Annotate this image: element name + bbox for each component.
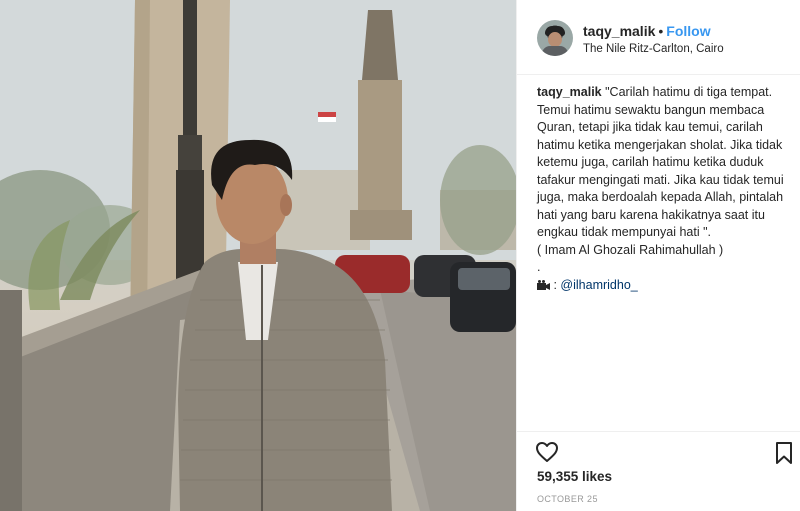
likes-count[interactable]: 59,355 likes [537,469,612,484]
avatar[interactable] [537,20,573,56]
movie-camera-icon [537,279,550,290]
bookmark-icon[interactable] [775,442,793,464]
caption-text: "Carilah hatimu di tiga tempat. Temui ha… [537,85,784,274]
credit-prefix: : [550,277,561,292]
avatar-face [548,32,562,47]
instagram-post: taqy_malik • Follow The Nile Ritz-Carlton,… [0,0,800,511]
post-actions: 59,355 likes OCTOBER 25 [517,431,800,511]
user-line: taqy_malik • Follow [583,23,711,39]
photo-credit: : @ilhamridho_ [537,278,638,292]
photo-illustration [0,0,516,511]
location-link[interactable]: The Nile Ritz-Carlton, Cairo [583,43,724,55]
post-photo[interactable] [0,0,516,511]
heart-icon[interactable] [535,440,559,464]
post-header: taqy_malik • Follow The Nile Ritz-Carlton,… [517,0,800,75]
credit-mention-link[interactable]: @ilhamridho_ [560,278,637,292]
avatar-body [542,46,568,56]
separator-dot: • [658,23,664,39]
caption-username[interactable]: taqy_malik [537,85,602,99]
post-caption: taqy_malik "Carilah hatimu di tiga tempa… [537,84,785,294]
post-date: OCTOBER 25 [537,494,598,504]
post-side-panel: taqy_malik • Follow The Nile Ritz-Carlton,… [516,0,800,511]
follow-button[interactable]: Follow [666,23,710,39]
username-link[interactable]: taqy_malik [583,23,655,39]
